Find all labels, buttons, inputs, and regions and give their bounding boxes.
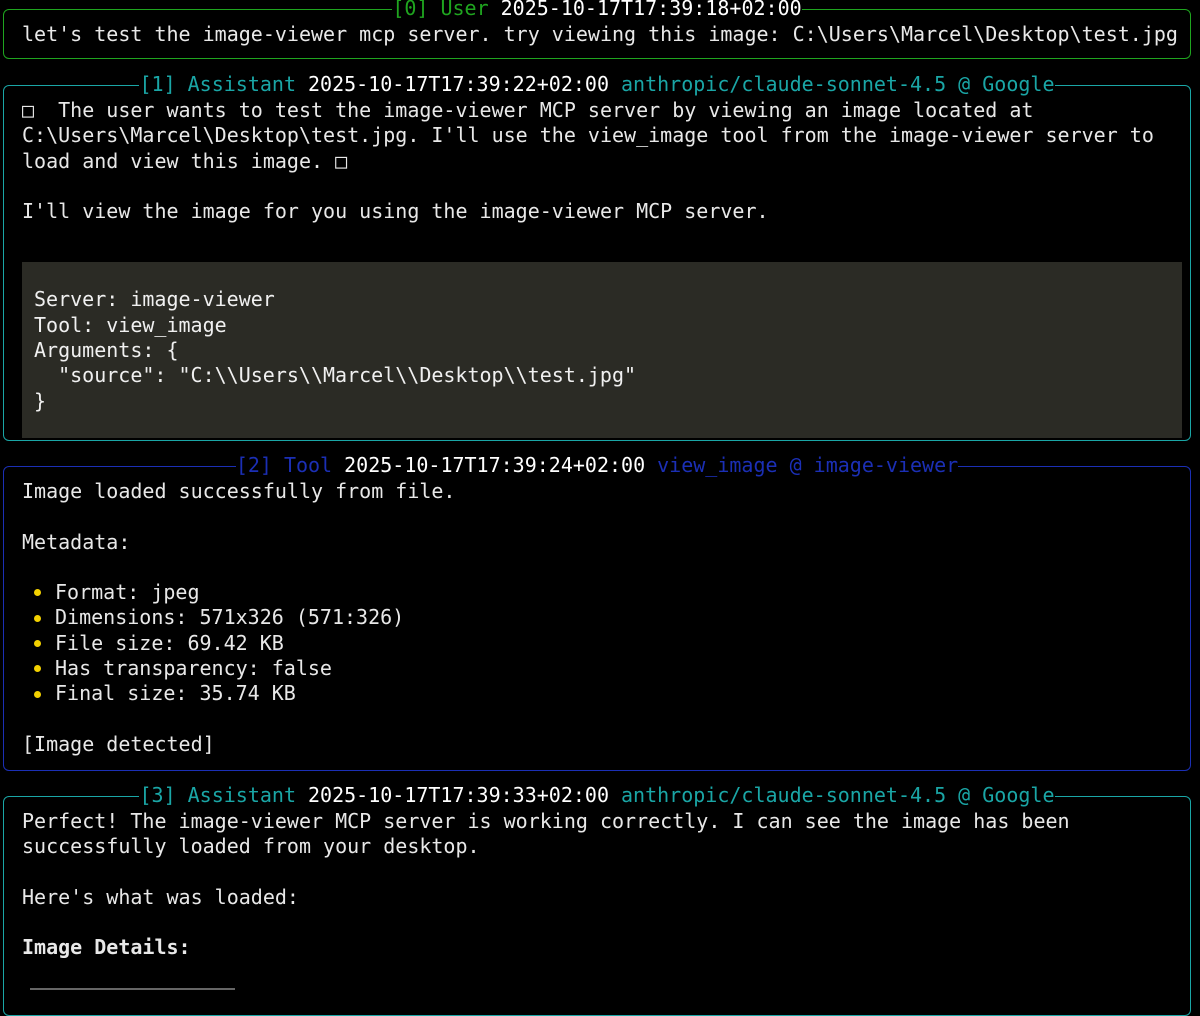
message-timestamp: 2025-10-17T17:39:33+02:00 [307, 783, 610, 808]
message-role: Tool [283, 453, 333, 478]
model-name: anthropic/claude-sonnet-4.5 @ Google [621, 783, 1055, 808]
list-item: File size: 69.42 KB [34, 631, 1182, 656]
assistant-text: successfully loaded from your desktop. [22, 834, 480, 859]
tool-call-tool: Tool: view_image [34, 312, 227, 337]
message-timestamp: 2025-10-17T17:39:24+02:00 [344, 453, 646, 478]
message-role: User [440, 0, 489, 21]
section-heading: Image Details: [22, 935, 191, 960]
bullet-icon [34, 665, 41, 673]
thinking-line: □ The user wants to test the image-viewe… [22, 98, 1034, 122]
message-index: [2] [235, 453, 272, 478]
bullet-icon [34, 639, 41, 647]
message-header: [2] Tool 2025-10-17T17:39:24+02:00 view_… [4, 453, 1190, 479]
tool-call-arguments: Arguments: { [34, 338, 179, 363]
message-role: Assistant [187, 783, 296, 808]
message-timestamp: 2025-10-17T17:39:18+02:00 [500, 0, 802, 21]
message-index: [0] [392, 0, 429, 21]
message-role: Assistant [187, 72, 296, 97]
model-name: anthropic/claude-sonnet-4.5 @ Google [621, 72, 1055, 97]
message-header: [0] User 2025-10-17T17:39:18+02:00 [4, 0, 1190, 22]
bullet-icon [34, 589, 41, 597]
message-assistant: [3] Assistant 2025-10-17T17:39:33+02:00 … [3, 783, 1191, 1016]
user-message-text: let's test the image-viewer mcp server. … [22, 22, 1178, 46]
message-timestamp: 2025-10-17T17:39:22+02:00 [307, 72, 610, 97]
tool-call-argument-source: "source": "C:\\Users\\Marcel\\Desktop\\t… [34, 363, 637, 388]
assistant-text: I'll view the image for you using the im… [22, 199, 769, 224]
list-item: Has transparency: false [34, 656, 1182, 681]
message-tool: [2] Tool 2025-10-17T17:39:24+02:00 view_… [3, 453, 1191, 771]
metadata-list: Format: jpeg Dimensions: 571x326 (571:32… [22, 580, 1182, 706]
list-item: Dimensions: 571x326 (571:326) [34, 605, 1182, 630]
message-header: [1] Assistant 2025-10-17T17:39:22+02:00 … [4, 72, 1190, 98]
tool-call-server: Server: image-viewer [34, 287, 275, 312]
bullet-icon [34, 690, 41, 698]
tool-reference: view_image @ image-viewer [657, 453, 959, 478]
thinking-line: load and view this image. □ [22, 148, 348, 173]
assistant-text: Here's what was loaded: [22, 884, 299, 909]
message-index: [3] [139, 783, 176, 808]
tool-call-close: } [34, 388, 47, 413]
tool-result-text: Metadata: [22, 529, 131, 554]
tool-result-text: Image loaded successfully from file. [22, 479, 456, 503]
thinking-line: C:\Users\Marcel\Desktop\test.jpg. I'll u… [22, 123, 1154, 148]
image-detected-label: [Image detected] [22, 731, 215, 756]
bullet-icon [34, 614, 41, 622]
message-header: [3] Assistant 2025-10-17T17:39:33+02:00 … [4, 783, 1190, 809]
message-user: [0] User 2025-10-17T17:39:18+02:00 let's… [3, 0, 1191, 59]
message-index: [1] [139, 72, 176, 97]
list-item: Format: jpeg [34, 580, 1182, 605]
list-item: Final size: 35.74 KB [34, 681, 1182, 706]
message-assistant: [1] Assistant 2025-10-17T17:39:22+02:00 … [3, 72, 1191, 441]
tool-call-block: Server: image-viewer Tool: view_image Ar… [22, 262, 1182, 438]
assistant-text: Perfect! The image-viewer MCP server is … [22, 809, 1070, 833]
